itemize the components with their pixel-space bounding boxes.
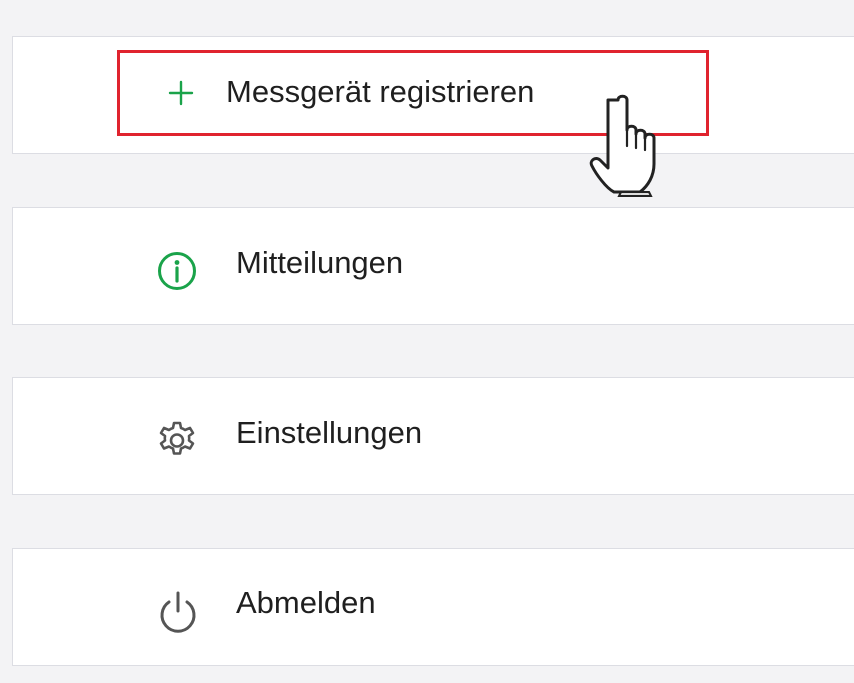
menu-item-label-messages[interactable]: Mitteilungen: [236, 245, 403, 281]
menu-item-logout[interactable]: [12, 548, 854, 666]
info-icon: [158, 252, 196, 290]
menu-item-messages[interactable]: [12, 207, 854, 325]
menu-item-label-logout[interactable]: Abmelden: [236, 585, 376, 621]
gear-icon: [159, 421, 195, 455]
menu-item-label-register[interactable]: Messgerät registrieren: [226, 74, 534, 110]
menu-item-label-settings[interactable]: Einstellungen: [236, 415, 422, 451]
power-icon: [160, 591, 196, 633]
menu-item-settings[interactable]: [12, 377, 854, 495]
hand-pointer-icon: [589, 94, 656, 197]
plus-icon: [168, 80, 194, 106]
